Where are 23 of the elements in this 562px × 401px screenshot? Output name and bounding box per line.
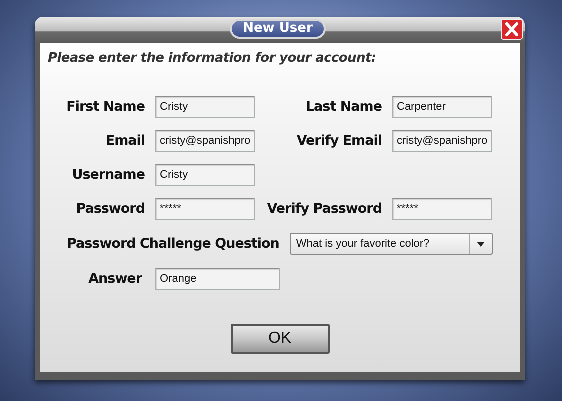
field-label: Answer — [88, 271, 142, 287]
input-field[interactable]: cristy@spanishpro — [155, 130, 255, 152]
field-label: Verify Password — [266, 201, 382, 217]
input-field[interactable]: ***** — [155, 198, 255, 220]
window-title: New User — [230, 19, 326, 39]
input-field[interactable]: ***** — [392, 198, 492, 220]
instruction-text: Please enter the information for your account: — [48, 51, 378, 66]
field-label: First Name — [66, 99, 145, 115]
input-field[interactable]: Orange — [155, 268, 280, 290]
close-icon[interactable] — [501, 19, 523, 40]
question-dropdown[interactable]: What is your favorite color? — [290, 233, 494, 255]
input-field[interactable]: cristy@spanishpro — [392, 130, 492, 152]
input-field[interactable]: Cristy — [155, 96, 255, 118]
field-label: Username — [71, 167, 145, 183]
caret-icon — [477, 242, 486, 246]
input-field[interactable]: Cristy — [155, 164, 255, 186]
field-label: Password — [75, 201, 145, 217]
field-label: Email — [104, 133, 145, 149]
ok-button[interactable]: OK — [230, 324, 330, 354]
field-label: Last Name — [304, 99, 382, 115]
field-label: Verify Email — [296, 133, 382, 149]
input-field[interactable]: Carpenter — [392, 96, 492, 118]
field-label: Password Challenge Question — [67, 236, 280, 252]
